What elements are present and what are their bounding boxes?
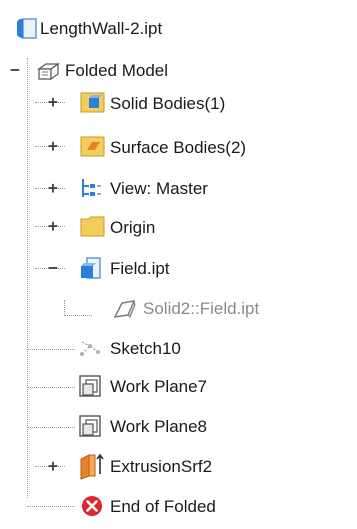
tree-node-work-plane7[interactable]: Work Plane7 — [0, 370, 357, 404]
end-of-part-icon — [80, 494, 104, 518]
tree-node-solid-bodies[interactable]: + Solid Bodies(1) — [0, 86, 357, 120]
solid-bodies-folder-icon — [80, 90, 105, 114]
tree-node-end-of-folded[interactable]: End of Folded — [0, 490, 357, 524]
collapse-toggle[interactable]: − — [8, 62, 22, 78]
tree-node-folded-model[interactable]: − Folded Model — [0, 54, 357, 88]
tree-node-field-ipt[interactable]: − Field.ipt — [0, 252, 357, 286]
expand-toggle[interactable]: + — [46, 458, 60, 474]
tree-node-label: Folded Model — [65, 61, 169, 80]
tree-node-view-master[interactable]: + View: Master — [0, 172, 357, 206]
tree-node-label: ExtrusionSrf2 — [110, 457, 213, 476]
model-browser-tree: LengthWall-2.ipt − Folded Model + Solid … — [0, 0, 357, 529]
collapse-toggle[interactable]: − — [46, 260, 60, 276]
tree-node-label: Surface Bodies(2) — [110, 138, 247, 157]
solid-body-icon — [112, 297, 136, 321]
tree-node-label: Solid Bodies(1) — [110, 94, 226, 113]
expand-toggle[interactable]: + — [46, 94, 60, 110]
expand-toggle[interactable]: + — [46, 180, 60, 196]
tree-node-label: Sketch10 — [110, 339, 181, 358]
tree-node-surface-bodies[interactable]: + Surface Bodies(2) — [0, 130, 357, 164]
tree-node-label: Work Plane7 — [110, 377, 208, 396]
tree-node-root[interactable]: LengthWall-2.ipt — [0, 12, 357, 46]
tree-node-sketch10[interactable]: Sketch10 — [0, 332, 357, 366]
tree-node-extrusion-srf2[interactable]: + ExtrusionSrf2 — [0, 450, 357, 484]
extrusion-surface-icon — [78, 452, 104, 480]
tree-node-solid2[interactable]: Solid2::Field.ipt — [0, 292, 357, 326]
tree-node-label: Work Plane8 — [110, 417, 208, 436]
surface-bodies-folder-icon — [80, 134, 105, 158]
expand-toggle[interactable]: + — [46, 138, 60, 154]
tree-node-label: View: Master — [110, 179, 208, 198]
expand-toggle[interactable]: + — [46, 218, 60, 234]
work-plane-icon — [78, 414, 102, 438]
tree-node-label: End of Folded — [110, 497, 216, 516]
part-file-icon — [14, 16, 38, 40]
work-plane-icon — [78, 374, 102, 398]
tree-node-origin[interactable]: + Origin — [0, 210, 357, 244]
tree-node-label: Solid2::Field.ipt — [143, 299, 260, 318]
folded-model-icon — [36, 59, 60, 83]
derived-part-icon — [78, 256, 102, 280]
tree-node-work-plane8[interactable]: Work Plane8 — [0, 410, 357, 444]
view-rep-icon — [80, 176, 104, 200]
tree-node-label: Origin — [110, 218, 156, 237]
tree-node-label: Field.ipt — [110, 259, 170, 278]
tree-node-label: LengthWall-2.ipt — [40, 19, 163, 38]
sketch-icon — [78, 336, 102, 360]
origin-folder-icon — [80, 214, 105, 238]
